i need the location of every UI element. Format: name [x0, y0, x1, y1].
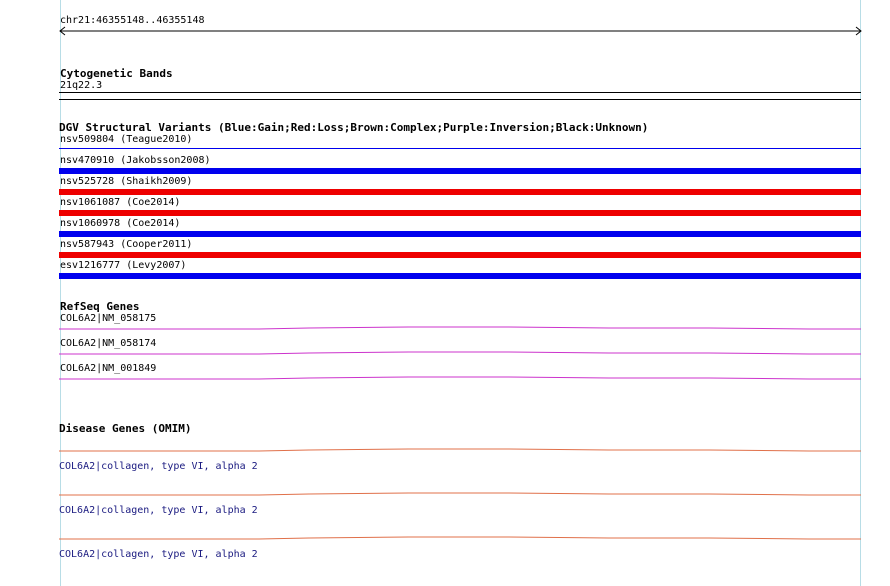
dgv-variant-label[interactable]: nsv525728 (Shaikh2009) [60, 176, 192, 188]
track-divider [59, 99, 861, 100]
omim-gene-line[interactable] [59, 535, 861, 543]
refseq-gene-label[interactable]: COL6A2|NM_058174 [60, 338, 156, 350]
dgv-variant-bar[interactable] [59, 252, 861, 258]
dgv-variant-label[interactable]: nsv1060978 (Coe2014) [60, 218, 180, 230]
dgv-variant-bar[interactable] [59, 189, 861, 195]
dgv-variant-bar[interactable] [59, 273, 861, 279]
refseq-gene-label[interactable]: COL6A2|NM_001849 [60, 363, 156, 375]
dgv-variant-label[interactable]: nsv1061087 (Coe2014) [60, 197, 180, 209]
omim-gene-label[interactable]: COL6A2|collagen, type VI, alpha 2 [59, 505, 258, 517]
omim-gene-label[interactable]: COL6A2|collagen, type VI, alpha 2 [59, 461, 258, 473]
dgv-variant-label[interactable]: nsv587943 (Cooper2011) [60, 239, 192, 251]
refseq-gene-label[interactable]: COL6A2|NM_058175 [60, 313, 156, 325]
cytoband-label: 21q22.3 [60, 80, 103, 91]
refseq-gene-line[interactable] [59, 325, 861, 333]
omim-gene-label[interactable]: COL6A2|collagen, type VI, alpha 2 [59, 549, 258, 561]
position-ruler-arrow [59, 26, 862, 36]
dgv-variant-label[interactable]: esv1216777 (Levy2007) [60, 260, 186, 272]
dgv-track-title: DGV Structural Variants (Blue:Gain;Red:L… [59, 121, 649, 134]
cytoband-line [59, 92, 861, 93]
refseq-track-title: RefSeq Genes [60, 300, 140, 313]
dgv-variant-bar[interactable] [59, 231, 861, 237]
omim-gene-line[interactable] [59, 491, 861, 499]
dgv-variant-bar[interactable] [59, 210, 861, 216]
dgv-variant-label[interactable]: nsv509804 (Teague2010) [60, 134, 192, 146]
refseq-gene-line[interactable] [59, 375, 861, 383]
omim-gene-line[interactable] [59, 447, 861, 455]
refseq-gene-line[interactable] [59, 350, 861, 358]
dgv-variant-bar[interactable] [59, 168, 861, 174]
dgv-variant-bar[interactable] [59, 148, 861, 149]
omim-track-title: Disease Genes (OMIM) [59, 422, 192, 435]
dgv-variant-label[interactable]: nsv470910 (Jakobsson2008) [60, 155, 211, 167]
cytoband-track-title: Cytogenetic Bands [60, 67, 173, 80]
